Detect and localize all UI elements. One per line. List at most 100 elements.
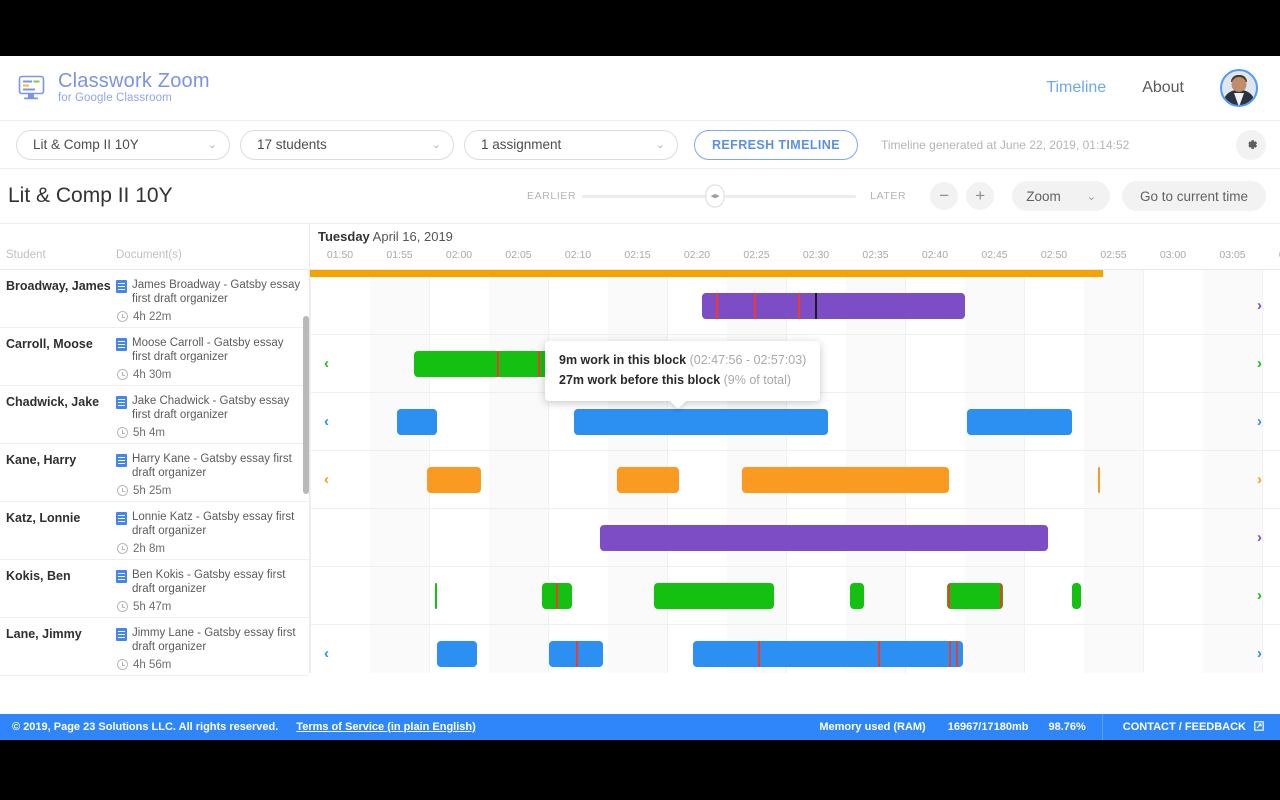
document-title[interactable]: Lonnie Katz - Gatsby essay first draft o… — [132, 510, 303, 539]
timeline-row-label[interactable]: Lane, Jimmy Jimmy Lane - Gatsby essay fir… — [0, 618, 309, 676]
timeline-row[interactable]: ‹› — [310, 451, 1280, 509]
scroll-right-chevron[interactable]: › — [1257, 530, 1262, 545]
timeline-range-indicator — [310, 270, 1103, 277]
scroll-left-chevron[interactable]: ‹ — [324, 472, 329, 487]
document-cell: Moose Carroll - Gatsby essay first draft… — [116, 336, 303, 385]
pan-slider-right-track[interactable] — [723, 195, 856, 198]
timeline-row[interactable]: › — [310, 509, 1280, 567]
duration-text: 5h 47m — [133, 601, 171, 613]
zoom-out-button[interactable]: − — [930, 182, 958, 210]
block-tooltip: 9m work in this block (02:47:56 - 02:57:… — [545, 341, 820, 401]
revision-marker — [716, 293, 718, 319]
revision-marker — [538, 351, 540, 377]
tooltip-pointer — [669, 400, 687, 409]
duration-line: 2h 8m — [116, 543, 303, 555]
activity-block[interactable] — [947, 583, 1003, 609]
google-doc-icon — [116, 512, 127, 525]
activity-block[interactable] — [654, 583, 774, 609]
scroll-right-chevron[interactable]: › — [1257, 356, 1262, 371]
zoom-in-button[interactable]: + — [966, 182, 994, 210]
activity-block[interactable] — [427, 467, 481, 493]
activity-block[interactable] — [600, 525, 1048, 551]
nav-link-about[interactable]: About — [1142, 79, 1184, 97]
timeline-chart-area[interactable]: ›‹›‹›‹›››‹› — [310, 270, 1280, 673]
time-axis-ticks: 01:5001:5502:0002:0502:1002:1502:2002:25… — [310, 249, 1280, 263]
student-name: Lane, Jimmy — [6, 626, 116, 675]
timeline-row-label[interactable]: Kokis, BenBen Kokis - Gatsby essay first… — [0, 560, 309, 618]
pan-slider-knob[interactable]: ◂▸ — [706, 185, 725, 208]
scroll-left-chevron[interactable]: ‹ — [324, 356, 329, 371]
google-doc-icon — [116, 338, 127, 351]
zoom-select[interactable]: Zoom ⌄ — [1012, 181, 1110, 211]
document-title[interactable]: Jake Chadwick - Gatsby essay first draft… — [132, 394, 303, 423]
student-name: Katz, Lonnie — [6, 510, 116, 559]
activity-block[interactable] — [742, 467, 949, 493]
filter-toolbar: Lit & Comp II 10Y ⌄ 17 students ⌄ 1 assi… — [0, 121, 1280, 169]
chevron-down-icon: ⌄ — [208, 138, 217, 151]
scroll-right-chevron[interactable]: › — [1257, 472, 1262, 487]
activity-block[interactable] — [967, 409, 1072, 435]
document-cell: Lonnie Katz - Gatsby essay first draft o… — [116, 510, 303, 559]
activity-block[interactable] — [1072, 583, 1081, 609]
scroll-left-chevron[interactable]: ‹ — [324, 646, 329, 661]
activity-block[interactable] — [549, 641, 603, 667]
document-title[interactable]: Harry Kane - Gatsby essay first draft or… — [132, 452, 303, 481]
timeline-row-label[interactable]: Chadwick, JakeJake Chadwick - Gatsby ess… — [0, 386, 309, 444]
tooltip-line-1: 9m work in this block (02:47:56 - 02:57:… — [559, 350, 806, 370]
avatar[interactable] — [1220, 69, 1258, 107]
activity-block[interactable] — [574, 409, 828, 435]
left-pane-scrollbar-thumb[interactable] — [303, 316, 309, 494]
scroll-right-chevron[interactable]: › — [1257, 588, 1262, 603]
document-line: Ben Kokis - Gatsby essay first draft org… — [116, 568, 303, 597]
document-line: Harry Kane - Gatsby essay first draft or… — [116, 452, 303, 481]
brand-subtitle: for Google Classroom — [58, 92, 210, 104]
refresh-timeline-button[interactable]: REFRESH TIMELINE — [694, 130, 858, 160]
timeline-row-label[interactable]: Broadway, JamesJames Broadway - Gatsby e… — [0, 270, 309, 328]
document-cell: Harry Kane - Gatsby essay first draft or… — [116, 452, 303, 501]
clock-icon — [117, 369, 128, 380]
activity-block[interactable] — [702, 293, 965, 319]
gear-icon[interactable] — [1236, 130, 1266, 160]
timeline-row[interactable]: ‹› — [310, 625, 1280, 673]
timeline-row[interactable]: ‹› — [310, 393, 1280, 451]
scroll-right-chevron[interactable]: › — [1257, 414, 1262, 429]
footer-terms-link[interactable]: Terms of Service (in plain English) — [296, 721, 476, 733]
go-to-current-time-button[interactable]: Go to current time — [1122, 181, 1266, 211]
scroll-right-chevron[interactable]: › — [1257, 298, 1262, 313]
students-select[interactable]: 17 students ⌄ — [240, 130, 454, 160]
activity-block[interactable] — [617, 467, 679, 493]
footer-memory-percent: 98.76% — [1048, 721, 1085, 733]
document-title[interactable]: Ben Kokis - Gatsby essay first draft org… — [132, 568, 303, 597]
clock-icon — [117, 601, 128, 612]
pan-slider-left-track[interactable]: ◂▸ — [582, 195, 715, 198]
timeline-row-label[interactable]: Kane, HarryHarry Kane - Gatsby essay fir… — [0, 444, 309, 502]
class-select[interactable]: Lit & Comp II 10Y ⌄ — [16, 130, 230, 160]
nav-link-timeline[interactable]: Timeline — [1046, 79, 1106, 97]
app-logo[interactable]: Classwork Zoom for Google Classroom — [18, 71, 210, 104]
activity-block[interactable] — [693, 641, 963, 667]
footer-contact-button[interactable]: CONTACT / FEEDBACK — [1103, 721, 1280, 734]
scroll-left-chevron[interactable]: ‹ — [324, 414, 329, 429]
timeline-row-label[interactable]: Carroll, MooseMoose Carroll - Gatsby ess… — [0, 328, 309, 386]
document-title[interactable]: Jimmy Lane - Gatsby essay first draft or… — [132, 626, 303, 655]
timeline-header-left: Student Document(s) — [0, 224, 310, 269]
activity-block[interactable] — [437, 641, 477, 667]
document-title[interactable]: James Broadway - Gatsby essay first draf… — [132, 278, 303, 307]
assignments-select[interactable]: 1 assignment ⌄ — [464, 130, 678, 160]
activity-block[interactable] — [1098, 467, 1100, 493]
timeline-row[interactable]: › — [310, 567, 1280, 625]
day-weekday: Tuesday — [318, 229, 370, 244]
scroll-right-chevron[interactable]: › — [1257, 646, 1262, 661]
document-line: Jimmy Lane - Gatsby essay first draft or… — [116, 626, 303, 655]
activity-block[interactable] — [435, 583, 437, 609]
students-select-value: 17 students — [257, 137, 327, 152]
activity-block[interactable] — [850, 583, 864, 609]
activity-block[interactable] — [397, 409, 437, 435]
class-select-value: Lit & Comp II 10Y — [33, 137, 139, 152]
document-title[interactable]: Moose Carroll - Gatsby essay first draft… — [132, 336, 303, 365]
clock-icon — [117, 485, 128, 496]
timeline-row-label[interactable]: Katz, Lonnie Lonnie Katz - Gatsby essay f… — [0, 502, 309, 560]
activity-block[interactable] — [542, 583, 572, 609]
timeline-row[interactable]: › — [310, 277, 1280, 335]
time-tick-0245: 02:45 — [981, 249, 1007, 261]
